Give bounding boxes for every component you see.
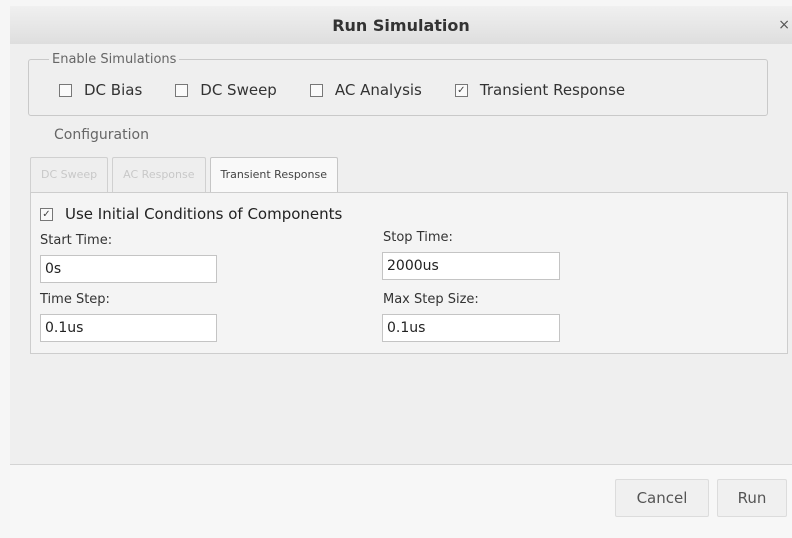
transient-response-label: Transient Response xyxy=(479,81,626,99)
configuration-label: Configuration xyxy=(54,127,149,143)
use-initial-conditions-label: Use Initial Conditions of Components xyxy=(65,205,343,223)
max-step-size-label: Max Step Size: xyxy=(383,292,479,307)
simulation-checkboxes: DC Bias DC Sweep AC Analysis ✓ Transient… xyxy=(59,81,658,99)
tab-transient-response[interactable]: Transient Response xyxy=(209,157,339,193)
stop-time-input[interactable] xyxy=(382,252,560,280)
cancel-button[interactable]: Cancel xyxy=(615,479,709,517)
dc-bias-checkbox-box[interactable] xyxy=(59,83,72,97)
start-time-input[interactable] xyxy=(40,255,217,283)
dc-sweep-label: DC Sweep xyxy=(200,81,277,99)
configuration-tabs: DC Sweep AC Response Transient Response xyxy=(30,157,342,193)
use-initial-conditions-checkbox[interactable]: ✓ Use Initial Conditions of Components xyxy=(40,205,342,223)
dialog-title: Run Simulation xyxy=(332,15,470,35)
time-step-input[interactable] xyxy=(40,314,217,342)
ac-analysis-label: AC Analysis xyxy=(334,81,422,99)
transient-response-checkbox[interactable]: ✓ Transient Response xyxy=(454,81,626,99)
enable-simulations-group: Enable Simulations DC Bias DC Sweep AC A… xyxy=(28,52,768,116)
dc-bias-checkbox[interactable]: DC Bias xyxy=(59,81,142,99)
close-icon[interactable]: × xyxy=(778,17,790,33)
run-button[interactable]: Run xyxy=(717,479,787,517)
max-step-size-input[interactable] xyxy=(382,314,560,342)
stop-time-label: Stop Time: xyxy=(383,230,453,245)
use-initial-conditions-box[interactable]: ✓ xyxy=(40,207,53,221)
ac-analysis-checkbox-box[interactable] xyxy=(309,83,323,97)
transient-response-checkbox-box[interactable]: ✓ xyxy=(454,83,468,97)
dc-sweep-checkbox-box[interactable] xyxy=(175,83,189,97)
dc-bias-label: DC Bias xyxy=(84,81,143,99)
dc-sweep-checkbox[interactable]: DC Sweep xyxy=(175,81,277,99)
enable-simulations-legend: Enable Simulations xyxy=(52,52,177,67)
time-step-label: Time Step: xyxy=(40,292,110,307)
tab-ac-response: AC Response xyxy=(112,157,206,192)
dialog-titlebar: Run Simulation × xyxy=(10,6,792,45)
start-time-label: Start Time: xyxy=(40,233,113,248)
ac-analysis-checkbox[interactable]: AC Analysis xyxy=(309,81,422,99)
tab-dc-sweep: DC Sweep xyxy=(30,157,109,192)
